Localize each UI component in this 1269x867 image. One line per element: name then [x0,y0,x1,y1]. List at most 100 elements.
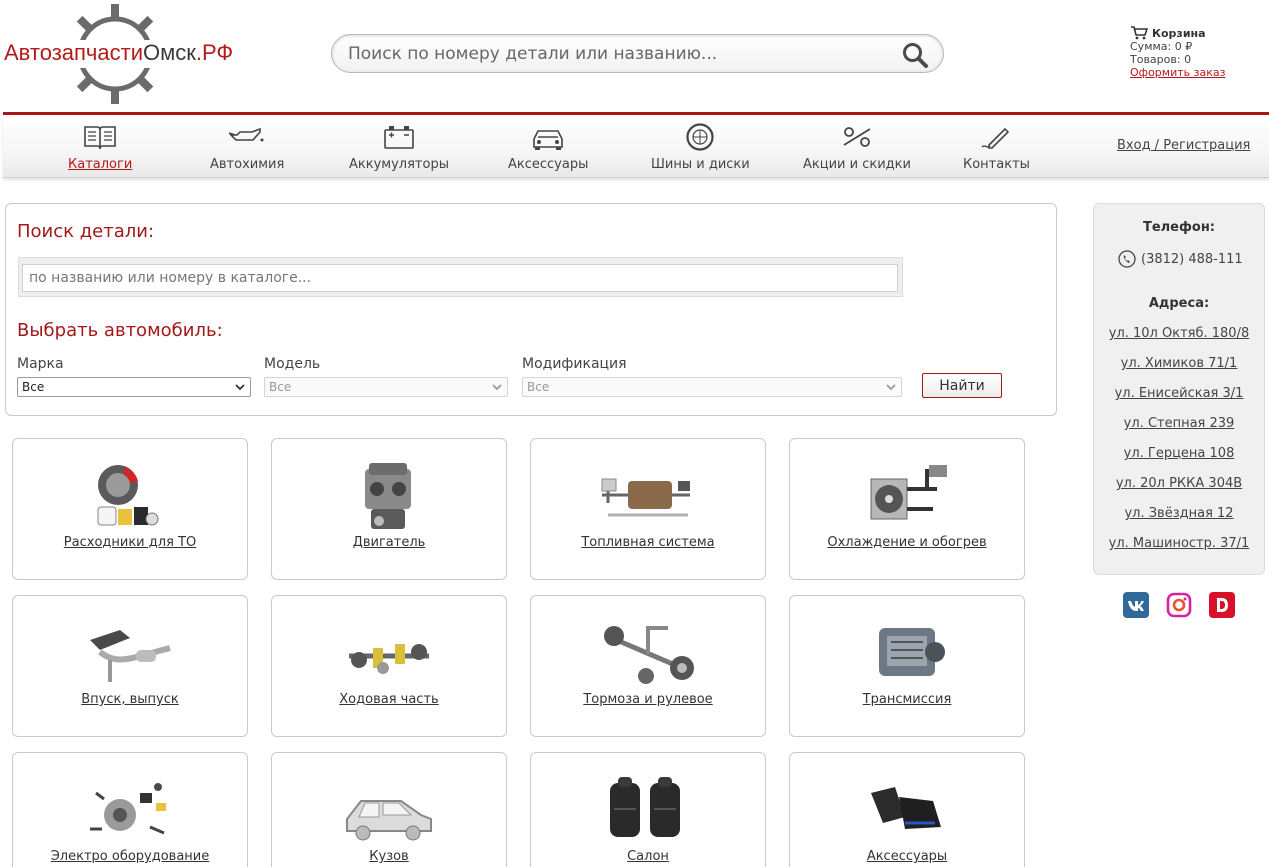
suspension-icon [349,644,429,674]
part-search-input[interactable] [22,264,898,292]
address-link[interactable]: ул. 10л Октяб. 180/8 [1094,326,1264,341]
model-select[interactable]: Все [264,377,508,397]
oil-can-icon [228,127,264,142]
category-label: Охлаждение и обогрев [827,535,987,550]
nav-label: Аккумуляторы [349,157,449,172]
car-select-heading: Выбрать автомобиль: [17,320,223,341]
header-search-input[interactable] [348,41,888,67]
nav-item-catalogs[interactable]: Каталоги [68,123,132,172]
address-link[interactable]: ул. Звёздная 12 [1094,506,1264,521]
steering-icon [604,626,694,684]
car-body-icon [346,800,432,841]
address-link[interactable]: ул. Химиков 71/1 [1094,356,1264,371]
search-icon[interactable] [901,41,929,69]
tire-icon [686,123,714,151]
cart-title[interactable]: Корзина [1130,26,1225,40]
main-nav: Каталоги Автохимия Аккумуляторы Аксессуа… [3,115,1269,178]
chevron-down-icon [492,384,502,391]
address-link[interactable]: ул. Машиностр. 37/1 [1094,536,1264,551]
category-label: Топливная система [581,535,715,550]
category-card-interior[interactable]: Салон [530,752,766,867]
address-link[interactable]: ул. Герцена 108 [1094,446,1264,461]
address-link[interactable]: ул. 20л РККА 304В [1094,476,1264,491]
chevron-down-icon [235,384,245,391]
engine-icon [365,463,411,529]
phone-number[interactable]: (3812) 488-111 [1118,250,1243,268]
nav-label: Автохимия [210,157,285,172]
cart-sum: Сумма: 0 ₽ [1130,40,1193,53]
exhaust-icon [90,630,171,682]
phone-title: Телефон: [1142,220,1216,235]
header-search [331,34,944,73]
nav-label: Каталоги [68,157,133,172]
category-card-exhaust[interactable]: Впуск, выпуск [12,595,248,737]
category-label: Аксессуары [866,849,948,864]
checkout-link[interactable]: Оформить заказ [1130,66,1225,79]
category-label: Двигатель [352,535,426,550]
modification-select-value: Все [527,380,550,394]
part-search-heading: Поиск детали: [17,221,155,242]
electrical-icon [90,783,166,835]
drive2-icon[interactable] [1209,592,1235,618]
category-card-transmission[interactable]: Трансмиссия [789,595,1025,737]
chevron-down-icon [886,384,896,391]
address-link[interactable]: ул. Енисейская 3/1 [1094,386,1264,401]
part-search-panel: Поиск детали: Выбрать автомобиль: Марка … [5,203,1057,416]
category-label: Кузов [369,849,409,864]
category-card-cooling[interactable]: Охлаждение и обогрев [789,438,1025,580]
model-select-value: Все [269,380,292,394]
nav-item-tires[interactable]: Шины и диски [651,123,750,172]
address-link[interactable]: ул. Степная 239 [1094,416,1264,431]
category-card-brakes-steering[interactable]: Тормоза и рулевое [530,595,766,737]
address-title: Адреса: [1148,296,1210,311]
login-register-link[interactable]: Вход / Регистрация [1117,138,1250,153]
nav-label: Шины и диски [651,157,750,172]
category-card-body[interactable]: Кузов [271,752,507,867]
category-label: Трансмиссия [862,692,952,707]
category-card-engine[interactable]: Двигатель [271,438,507,580]
nav-label: Акции и скидки [803,157,911,172]
nav-label: Аксессуары [508,157,589,172]
site-logo[interactable]: АвтозапчастиОмск.РФ [4,2,244,106]
category-card-fuel-system[interactable]: Топливная система [530,438,766,580]
phone-text: (3812) 488-111 [1141,251,1243,267]
nav-item-autochemistry[interactable]: Автохимия [210,123,284,172]
category-label: Тормоза и рулевое [583,692,713,707]
pen-icon [981,127,1010,149]
category-label: Электро оборудование [50,849,210,864]
car-seat-icon [610,777,680,837]
category-label: Впуск, выпуск [81,692,179,707]
vk-icon[interactable] [1123,592,1149,618]
nav-item-batteries[interactable]: Аккумуляторы [349,123,449,172]
site-header: АвтозапчастиОмск.РФ Корзина Сумма: 0 ₽ Т… [0,0,1269,113]
floor-mats-icon [871,787,941,829]
nav-label: Контакты [963,157,1030,172]
modification-select[interactable]: Все [522,377,902,397]
category-card-maintenance[interactable]: Расходники для ТО [12,438,248,580]
transmission-icon [879,628,945,676]
maintenance-parts-icon [97,465,159,526]
modification-label: Модификация [522,356,627,372]
percent-icon [843,127,871,147]
cooling-icon [870,465,947,520]
fuel-system-icon [601,478,690,517]
category-label: Ходовая часть [339,692,439,707]
nav-item-accessories[interactable]: Аксессуары [508,123,588,172]
instagram-icon[interactable] [1166,592,1192,618]
find-button[interactable]: Найти [922,373,1002,398]
category-card-suspension[interactable]: Ходовая часть [271,595,507,737]
category-card-accessories[interactable]: Аксессуары [789,752,1025,867]
part-search-box [18,257,903,297]
cart-items-count: Товаров: 0 [1130,53,1192,66]
logo-text: АвтозапчастиОмск.РФ [4,40,234,65]
category-card-electrical[interactable]: Электро оборудование [12,752,248,867]
cart-widget: Корзина Сумма: 0 ₽ Товаров: 0 Оформить з… [1130,26,1225,79]
phone-icon [1118,250,1136,268]
nav-item-contacts[interactable]: Контакты [963,123,1030,172]
brand-select[interactable]: Все [17,377,251,397]
car-front-icon [533,130,563,150]
battery-icon [384,126,414,149]
contacts-sidebar: Телефон: (3812) 488-111 Адреса: ул. 10л … [1093,203,1265,575]
nav-item-sales[interactable]: Акции и скидки [803,123,911,172]
brand-select-value: Все [22,380,45,394]
